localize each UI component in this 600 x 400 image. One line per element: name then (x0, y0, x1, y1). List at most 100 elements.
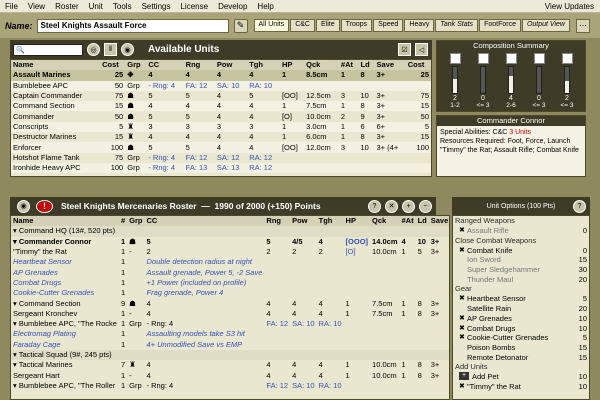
column-header[interactable]: Name (11, 60, 101, 71)
subtract-button[interactable]: − (419, 199, 432, 213)
option-item[interactable]: ✖ Combat Knife 0 (453, 246, 589, 256)
column-header[interactable]: Grp (127, 216, 145, 227)
checkbox[interactable]: ✖ (459, 294, 467, 304)
menu-unit[interactable]: Unit (84, 2, 108, 11)
table-row[interactable]: Hotshot Flame Tank 75 Grp - Rng: 4 FA: 12 SA:… (11, 153, 431, 163)
option-item[interactable]: Ion Sword 15 (453, 255, 589, 265)
help-button[interactable]: ? (368, 199, 381, 213)
checkbox[interactable]: ✖ (459, 382, 467, 392)
option-item[interactable]: Super Sledgehammer 30 (453, 265, 589, 275)
filter-tab-elite[interactable]: Elite (315, 19, 340, 32)
checkbox[interactable] (459, 255, 467, 265)
table-row[interactable]: Captain Commander 75 ☗ 5 5 4 5 [OO] 12.5cm 3 10 3+ 7… (11, 91, 431, 101)
option-item[interactable]: Remote Detonator 15 (453, 353, 589, 363)
column-header[interactable]: CC (144, 216, 265, 227)
table-row[interactable]: Heartbeat Sensor 1 Double detection radius… (11, 257, 449, 267)
magic-wand-button[interactable]: ✎ (233, 18, 248, 33)
table-row[interactable]: Assault Marines 25 ✥ 4 4 4 4 1 8.5cm 1 8 3+ 25 (11, 70, 431, 81)
menu-develop[interactable]: Develop (213, 2, 252, 11)
table-row[interactable]: Conscripts 5 ♜ 3 3 3 3 1 3.0cm 1 6 6+ 5 (11, 121, 431, 133)
option-item[interactable]: ✖ Cookie-Cutter Grenades 5 (453, 333, 589, 343)
checkbox[interactable]: ✖ (459, 246, 467, 256)
option-item[interactable]: Poison Bombs 15 (453, 343, 589, 353)
add-button[interactable]: + (402, 199, 415, 213)
column-header[interactable]: Rng (264, 216, 291, 227)
checklist-button[interactable]: ☑ (398, 43, 411, 56)
table-row[interactable]: Enforcer 100 ☗ 5 5 4 4 [OO] 12.0cm 3 10 3+ (4+ 100 (11, 142, 431, 153)
table-row[interactable]: Ironhide Heavy APC 100 Grp - Rng: 4 FA: 13 SA… (11, 162, 431, 174)
column-header[interactable]: Save (428, 216, 449, 227)
filter-tab-heavy[interactable]: Heavy (404, 19, 435, 32)
option-item[interactable]: ✖ Assault Rifle 0 (453, 226, 589, 236)
view-toggle-button[interactable]: ◉ (121, 43, 134, 56)
column-header[interactable]: Qck (370, 216, 400, 227)
filter-tab-c-c[interactable]: C&C (290, 19, 315, 32)
checkbox[interactable] (459, 353, 467, 363)
column-header[interactable]: Name (11, 216, 119, 227)
checkbox[interactable]: ✖ (459, 333, 467, 343)
menu-file[interactable]: File (0, 2, 23, 11)
filter-tab-all-units[interactable]: All Units (253, 19, 290, 32)
column-header[interactable]: Rng (183, 60, 215, 71)
table-row[interactable]: Bumblebee APC 50 Grp - Rng: 4 FA: 12 SA: 10 RA… (11, 80, 431, 91)
table-row[interactable]: ▾ Commander Connor 1 ☗ 5 5 4/5 4 [OOO] 14.0cm 4 10… (11, 237, 449, 247)
option-item[interactable]: ✖ AP Grenades 10 (453, 314, 589, 324)
option-group-header[interactable]: Ranged Weapons (453, 216, 589, 226)
table-row[interactable]: ▾ Tactical Squad (9#, 245 pts) (11, 349, 449, 361)
column-header[interactable]: Pow (214, 60, 248, 71)
column-header[interactable]: Tgh (247, 60, 280, 71)
column-header[interactable]: Save (374, 60, 406, 71)
table-row[interactable]: Commander 50 ☗ 5 5 4 4 [O] 10.0cm 2 9 3+ 50 (11, 111, 431, 121)
column-header[interactable]: Ld (358, 60, 375, 71)
option-group-header[interactable]: Add Units (453, 362, 589, 372)
option-item[interactable]: ✖ Heartbeat Sensor 5 (453, 294, 589, 304)
option-item[interactable]: ✖ "Timmy" the Rat 10 (453, 382, 589, 392)
table-row[interactable]: Faraday Cage14+ Unmodified Save vs EMP[1… (11, 340, 449, 350)
table-row[interactable]: Combat Drugs 1 +1 Power (included on profi… (11, 278, 449, 288)
column-header[interactable]: #At (399, 216, 416, 227)
filter-tab-speed[interactable]: Speed (373, 19, 404, 32)
remove-button[interactable]: ✕ (385, 199, 398, 213)
table-row[interactable]: Cookie-Cutter Grenades 1 Frag grenade, Pow… (11, 288, 449, 298)
table-row[interactable]: Electromag Plating 1 Assaulting models tak… (11, 329, 449, 339)
target-filter-button[interactable]: ◎ (87, 43, 100, 56)
filter-tab-output-view[interactable]: Output View (521, 19, 570, 32)
option-item[interactable]: + Add Pet 10 (453, 372, 589, 382)
checkbox[interactable] (459, 304, 467, 314)
table-row[interactable]: Sergeant Kronchev1-444417.5cm183+[25] (11, 309, 449, 319)
table-row[interactable]: Destructor Marines 15 ♜ 4 4 4 4 1 6.0cm 1 8 3+ 15 (11, 132, 431, 142)
checkbox[interactable]: ✖ (459, 226, 467, 236)
checkbox[interactable]: ✖ (459, 324, 467, 334)
checkbox[interactable]: ✖ (459, 314, 467, 324)
sound-button[interactable]: ◁ (415, 43, 428, 56)
sort-button[interactable]: ⫴ (104, 43, 117, 56)
menu-settings[interactable]: Settings (137, 2, 176, 11)
column-header[interactable]: # (118, 216, 128, 227)
warning-icon[interactable]: ! (36, 199, 53, 213)
filter-tab-troops[interactable]: Troops (340, 19, 373, 32)
table-row[interactable]: AP Grenades 1 Assault grenade, Power 5, -2… (11, 267, 449, 277)
menu-help[interactable]: Help (252, 2, 278, 11)
column-header[interactable]: CC (146, 60, 184, 71)
option-group-header[interactable]: Gear (453, 284, 589, 294)
table-row[interactable]: ▾ Tactical Marines7♜4444110.0cm183+MrT1 … (11, 360, 449, 370)
table-row[interactable]: ▾ Command HQ (13#, 520 pts) (11, 226, 449, 237)
column-header[interactable]: HP (343, 216, 371, 227)
column-header[interactable]: HP (279, 60, 305, 71)
unit-options-help-button[interactable]: ? (573, 199, 586, 213)
table-row[interactable]: Sergeant Hart1-4444110.0cm183+[25] (11, 370, 449, 380)
option-item[interactable]: Satellite Rain 20 (453, 304, 589, 314)
column-header[interactable]: Pow (290, 216, 317, 227)
table-row[interactable]: ▾ Bumblebee APC, "The Roller 1 Grp - Rng: 4… (11, 381, 449, 391)
checkbox[interactable] (459, 265, 467, 275)
column-header[interactable]: #At (338, 60, 359, 71)
table-row[interactable]: "Timmy" the Rat1-2222[O]10.0cm153+[10] (11, 247, 449, 257)
table-row[interactable]: ▾ Bumblebee APC, "The Rocke 1 Grp - Rng: 4 F… (11, 319, 449, 329)
filter-tab-footforce[interactable]: FootForce (479, 19, 521, 32)
filter-tab-tank-stats[interactable]: Tank Stats (435, 19, 479, 32)
menu-license[interactable]: License (175, 2, 213, 11)
table-row[interactable]: Command Section 15 ☗ 4 4 4 4 1 7.5cm 1 8 3+ 15 (11, 101, 431, 112)
column-header[interactable]: Ld (415, 216, 429, 227)
table-row[interactable]: ▾ Command Section9☗444417.5cm183+MrT1 SS… (11, 298, 449, 308)
column-header[interactable]: Qck (304, 60, 339, 71)
